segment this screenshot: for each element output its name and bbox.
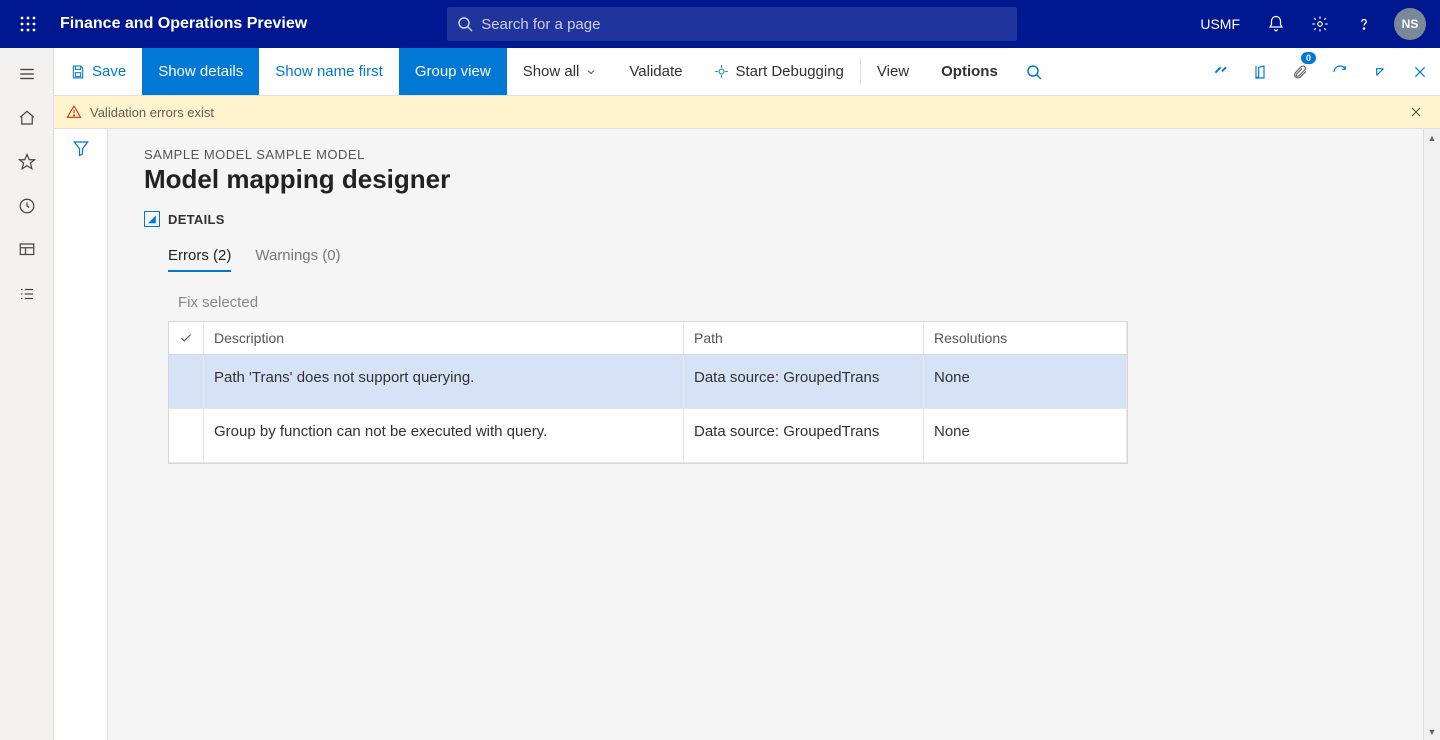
filter-pane [54,129,108,740]
save-label: Save [92,63,126,80]
bell-icon[interactable] [1256,0,1296,48]
cell-path: Data source: GroupedTrans [684,409,924,463]
page-title: Model mapping designer [144,164,1404,195]
gear-icon[interactable] [1300,0,1340,48]
column-select[interactable] [169,322,204,355]
cell-description: Path 'Trans' does not support querying. [204,355,684,409]
column-path[interactable]: Path [684,322,924,355]
filter-icon[interactable] [72,139,90,740]
popout-icon[interactable] [1360,48,1400,95]
validate-button[interactable]: Validate [613,48,698,95]
search-icon [457,16,473,32]
tab-errors[interactable]: Errors (2) [168,243,231,272]
office-icon[interactable] [1240,48,1280,95]
show-all-button[interactable]: Show all [507,48,614,95]
warning-icon [66,104,82,120]
show-details-button[interactable]: Show details [142,48,259,95]
find-icon[interactable] [1014,48,1054,95]
modules-icon[interactable] [0,272,54,316]
cell-path: Data source: GroupedTrans [684,355,924,409]
cell-resolutions: None [924,355,1127,409]
tabs: Errors (2) Warnings (0) [168,243,1404,272]
action-bar: Save Show details Show name first Group … [54,48,1440,96]
cell-description: Group by function can not be executed wi… [204,409,684,463]
refresh-icon[interactable] [1320,48,1360,95]
warning-close-icon[interactable] [1404,100,1428,124]
attachments-badge: 0 [1301,52,1316,64]
warning-strip: Validation errors exist [54,96,1440,129]
workspace-icon[interactable] [0,228,54,272]
collapse-toggle-icon[interactable]: ◢ [144,211,160,227]
errors-grid: Description Path Resolutions Path 'Trans… [168,321,1128,464]
nav-rail [0,48,54,740]
page-content: SAMPLE MODEL SAMPLE MODEL Model mapping … [108,129,1440,740]
start-debugging-button[interactable]: Start Debugging [698,48,859,95]
column-resolutions[interactable]: Resolutions [924,322,1127,355]
star-icon[interactable] [0,140,54,184]
app-title: Finance and Operations Preview [60,15,307,33]
table-row[interactable]: Group by function can not be executed wi… [169,409,1127,463]
hamburger-icon[interactable] [0,52,54,96]
avatar[interactable]: NS [1394,8,1426,40]
scroll-up-icon[interactable]: ▲ [1424,129,1440,146]
personalize-icon[interactable] [1200,48,1240,95]
section-title: DETAILS [168,212,225,227]
app-header: Finance and Operations Preview USMF NS [0,0,1440,48]
scroll-down-icon[interactable]: ▼ [1424,723,1440,740]
company-code[interactable]: USMF [1188,16,1252,32]
options-button[interactable]: Options [925,48,1014,95]
column-description[interactable]: Description [204,322,684,355]
home-icon[interactable] [0,96,54,140]
close-icon[interactable] [1400,48,1440,95]
show-name-first-button[interactable]: Show name first [259,48,399,95]
debug-icon [714,64,729,79]
breadcrumb: SAMPLE MODEL SAMPLE MODEL [144,147,1404,162]
waffle-icon[interactable] [8,0,48,48]
search-box[interactable] [447,7,1017,41]
warning-message: Validation errors exist [90,105,214,120]
chevron-down-icon [585,66,597,78]
cell-resolutions: None [924,409,1127,463]
tab-warnings[interactable]: Warnings (0) [255,243,340,272]
table-row[interactable]: Path 'Trans' does not support querying. … [169,355,1127,409]
recent-icon[interactable] [0,184,54,228]
fix-selected-button: Fix selected [178,294,1404,311]
search-input[interactable] [481,16,1007,33]
help-icon[interactable] [1344,0,1384,48]
group-view-button[interactable]: Group view [399,48,507,95]
scrollbar[interactable]: ▲ ▼ [1423,129,1440,740]
save-button[interactable]: Save [54,48,142,95]
view-button[interactable]: View [861,48,925,95]
attachments-button[interactable]: 0 [1280,48,1320,95]
